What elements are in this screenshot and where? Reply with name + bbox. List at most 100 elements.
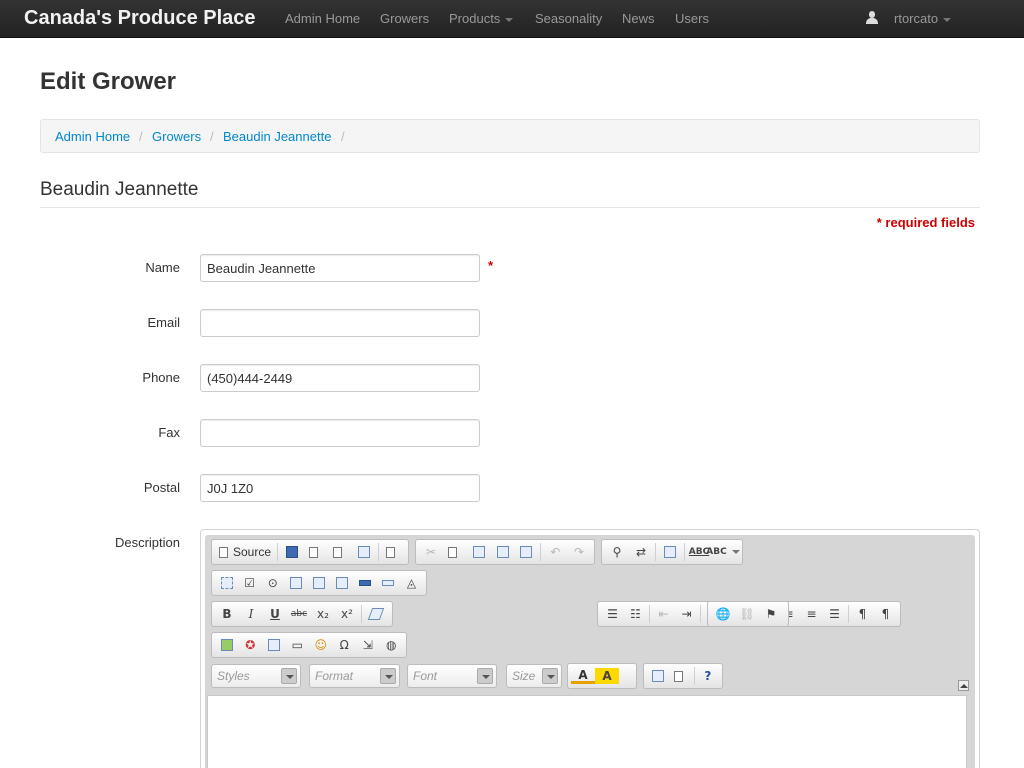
link-button[interactable]: 🌐 bbox=[711, 604, 735, 624]
spellcheck-as-you-type-button[interactable]: ABC bbox=[706, 542, 740, 562]
collapse-toolbar-button[interactable] bbox=[958, 680, 969, 691]
email-field[interactable] bbox=[200, 309, 480, 337]
paste-text-icon bbox=[496, 546, 509, 558]
styles-dropdown-label: Styles bbox=[217, 669, 250, 683]
show-blocks-button[interactable] bbox=[669, 666, 691, 686]
italic-button[interactable]: I bbox=[239, 604, 263, 624]
omega-icon: Ω bbox=[339, 638, 349, 652]
text-field-button[interactable] bbox=[284, 573, 307, 593]
anchor-button[interactable]: ⚑ bbox=[759, 604, 783, 624]
button-button[interactable] bbox=[354, 573, 377, 593]
breadcrumb-growers[interactable]: Growers bbox=[152, 129, 201, 144]
page-break-button[interactable]: ⇲ bbox=[356, 635, 380, 655]
phone-field[interactable] bbox=[200, 364, 480, 392]
hidden-field-button[interactable]: ◬ bbox=[400, 573, 423, 593]
subscript-button[interactable]: x₂ bbox=[311, 604, 335, 624]
paste-text-button[interactable] bbox=[491, 542, 515, 562]
styles-dropdown[interactable]: Styles bbox=[211, 664, 301, 688]
bold-icon: B bbox=[222, 607, 232, 621]
nav-growers[interactable]: Growers bbox=[380, 11, 429, 26]
radio-button[interactable]: ⊙ bbox=[261, 573, 284, 593]
nav-admin-home[interactable]: Admin Home bbox=[285, 11, 360, 26]
bg-color-button[interactable]: A bbox=[595, 668, 619, 684]
paste-button[interactable] bbox=[467, 542, 491, 562]
radio-icon: ⊙ bbox=[267, 576, 278, 590]
ltr-icon: ¶ bbox=[858, 607, 867, 621]
font-dropdown[interactable]: Font bbox=[407, 664, 497, 688]
source-button[interactable]: Source bbox=[215, 545, 275, 559]
flash-icon: ✪ bbox=[245, 638, 256, 652]
postal-field[interactable] bbox=[200, 474, 480, 502]
bulleted-list-button[interactable]: ☷ bbox=[624, 604, 647, 624]
chevron-down-icon bbox=[731, 550, 740, 554]
paste-word-button[interactable] bbox=[514, 542, 538, 562]
cut-button[interactable]: ✂ bbox=[419, 542, 443, 562]
select-icon bbox=[336, 577, 349, 589]
subscript-icon: x₂ bbox=[317, 607, 329, 621]
redo-button[interactable]: ↷ bbox=[567, 542, 591, 562]
bold-button[interactable]: B bbox=[215, 604, 239, 624]
select-button[interactable] bbox=[331, 573, 354, 593]
size-dropdown[interactable]: Size bbox=[506, 664, 562, 688]
required-marker: * bbox=[488, 258, 494, 273]
name-field[interactable] bbox=[200, 254, 480, 282]
about-button[interactable]: ? bbox=[697, 666, 719, 686]
nav-products[interactable]: Products bbox=[449, 11, 514, 26]
superscript-button[interactable]: x² bbox=[335, 604, 359, 624]
bulleted-list-icon: ☷ bbox=[630, 607, 641, 621]
user-menu[interactable]: rtorcato bbox=[894, 11, 952, 26]
new-page-button[interactable] bbox=[304, 542, 328, 562]
page-break-icon: ⇲ bbox=[362, 638, 373, 652]
text-color-button[interactable]: A bbox=[571, 668, 595, 684]
form-button[interactable] bbox=[215, 573, 238, 593]
templates-button[interactable] bbox=[381, 542, 405, 562]
unlink-button[interactable]: ⛓ bbox=[735, 604, 759, 624]
nav-seasonality[interactable]: Seasonality bbox=[535, 11, 602, 26]
special-char-button[interactable]: Ω bbox=[333, 635, 357, 655]
fax-field[interactable] bbox=[200, 419, 480, 447]
description-editor-content[interactable] bbox=[207, 695, 967, 768]
breadcrumb-admin-home[interactable]: Admin Home bbox=[55, 129, 130, 144]
brand-logo[interactable]: Canada's Produce Place bbox=[24, 7, 256, 30]
iframe-button[interactable]: ◍ bbox=[380, 635, 404, 655]
format-dropdown-label: Format bbox=[315, 669, 354, 683]
unlink-icon: ⛓ bbox=[739, 607, 755, 621]
remove-format-button[interactable] bbox=[364, 604, 388, 624]
undo-button[interactable]: ↶ bbox=[543, 542, 567, 562]
maximize-button[interactable] bbox=[647, 666, 669, 686]
table-button[interactable] bbox=[262, 635, 286, 655]
image-button[interactable] bbox=[215, 635, 239, 655]
image-button-button[interactable] bbox=[377, 573, 400, 593]
smiley-button[interactable]: ☺ bbox=[309, 635, 333, 655]
underline-button[interactable]: U bbox=[263, 604, 287, 624]
description-label: Description bbox=[114, 535, 180, 550]
nav-users[interactable]: Users bbox=[675, 11, 709, 26]
save-button[interactable] bbox=[280, 542, 304, 562]
horizontal-rule-button[interactable]: ▭ bbox=[286, 635, 310, 655]
preview-button[interactable] bbox=[328, 542, 352, 562]
templates-icon bbox=[386, 546, 396, 558]
nav-news[interactable]: News bbox=[622, 11, 655, 26]
copy-button[interactable] bbox=[443, 542, 467, 562]
preview-icon bbox=[333, 546, 343, 558]
bg-color-icon: A bbox=[602, 669, 612, 683]
checkbox-button[interactable]: ☑ bbox=[238, 573, 261, 593]
justify-button[interactable]: ☰ bbox=[823, 604, 846, 624]
align-right-button[interactable]: ≡ bbox=[800, 604, 823, 624]
replace-button[interactable]: ⇄ bbox=[629, 542, 653, 562]
ltr-button[interactable]: ¶ bbox=[851, 604, 874, 624]
breadcrumb-grower-name[interactable]: Beaudin Jeannette bbox=[223, 129, 331, 144]
format-dropdown[interactable]: Format bbox=[309, 664, 400, 688]
select-all-button[interactable] bbox=[658, 542, 682, 562]
print-button[interactable] bbox=[352, 542, 376, 562]
rtl-button[interactable]: ¶ bbox=[874, 604, 897, 624]
textarea-button[interactable] bbox=[307, 573, 330, 593]
toolbar-forms-group: ☑ ⊙ ◬ bbox=[211, 570, 427, 596]
indent-button[interactable]: ⇥ bbox=[675, 604, 698, 624]
outdent-button[interactable]: ⇤ bbox=[652, 604, 675, 624]
flash-button[interactable]: ✪ bbox=[239, 635, 263, 655]
paste-word-icon bbox=[520, 546, 533, 558]
numbered-list-button[interactable]: ☰ bbox=[601, 604, 624, 624]
find-button[interactable]: ⚲ bbox=[605, 542, 629, 562]
strike-button[interactable]: abc bbox=[287, 604, 311, 624]
